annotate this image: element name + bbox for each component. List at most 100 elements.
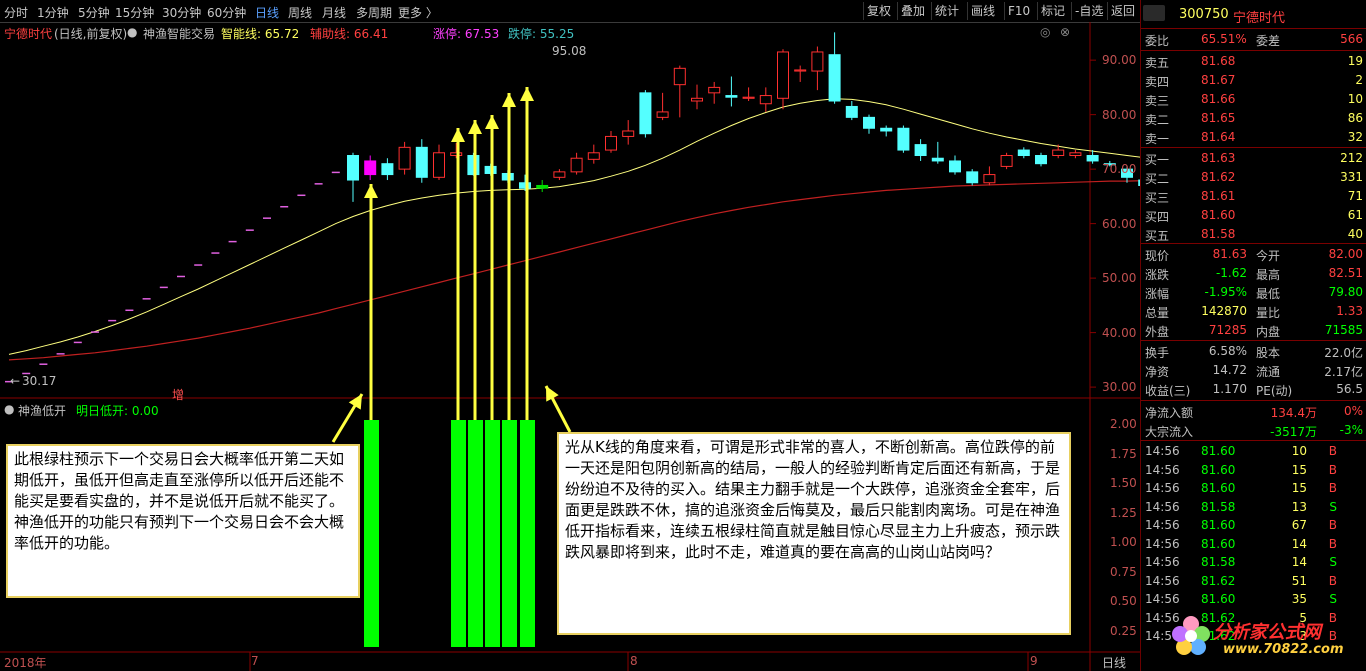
bid-price: 81.62 <box>1201 170 1236 184</box>
price-tick-label: 50.00 <box>1102 271 1137 286</box>
tick-row: 14:56 81.58 14 S <box>1141 553 1366 572</box>
ask-row: 卖四 81.67 2 <box>1141 71 1366 90</box>
flow-value: -3517万 <box>1270 425 1317 439</box>
sub-tick-label: 1.75 <box>1110 446 1137 461</box>
stat-label: 股本 <box>1256 346 1281 360</box>
period-label: 日线 <box>1102 656 1127 670</box>
toolbar-button-3[interactable]: 画线 <box>967 2 998 20</box>
stat-label: 最高 <box>1256 268 1281 282</box>
stat-row: 涨幅 -1.95% 最低 79.80 <box>1141 283 1366 302</box>
stat-value: 71585 <box>1324 323 1363 337</box>
candle-body <box>759 95 772 105</box>
tab-timeframe-6[interactable]: 日线 <box>255 4 279 21</box>
price-tick-label: 70.00 <box>1102 162 1137 177</box>
tick-time: 14:56 <box>1145 444 1180 458</box>
bid-volume: 61 <box>1347 208 1363 222</box>
stat-label: 净资 <box>1145 365 1170 379</box>
tab-timeframe-8[interactable]: 月线 <box>322 4 346 21</box>
tab-timeframe-0[interactable]: 分时 <box>4 4 28 21</box>
x-label-sep: 9 <box>1030 654 1038 668</box>
sub-legend-dot-icon: ● <box>4 402 15 416</box>
low-open-bar <box>485 420 500 647</box>
stat-label: 换手 <box>1145 346 1170 360</box>
weibi-value: 65.51% <box>1201 32 1247 46</box>
tab-timeframe-7[interactable]: 周线 <box>288 4 312 21</box>
tick-row: 14:56 81.60 67 B <box>1141 516 1366 535</box>
period-toolbar: 分时 1分钟 5分钟 15分钟 30分钟 60分钟 日线 周线 月线 多周期 更多 〉 复权 叠加 统计画… <box>0 0 1140 23</box>
stat-label: 最低 <box>1256 287 1281 301</box>
bid-volume: 71 <box>1347 189 1363 203</box>
candle-body <box>845 105 858 118</box>
low-open-bar <box>364 420 379 647</box>
tab-timeframe-1[interactable]: 1分钟 <box>37 4 69 21</box>
tick-time: 14:56 <box>1145 462 1180 477</box>
tick-volume: 14 <box>1291 555 1307 569</box>
candle-body <box>708 86 721 94</box>
sub-indicator-value: 明日低开: 0.00 <box>76 404 159 418</box>
tick-price: 81.62 <box>1201 573 1236 588</box>
stat-label: 量比 <box>1256 306 1281 320</box>
tab-timeframe-5[interactable]: 60分钟 <box>207 4 246 21</box>
candle-body <box>949 160 961 173</box>
low-open-bar <box>451 420 466 647</box>
tab-timeframe-4[interactable]: 30分钟 <box>162 4 201 21</box>
bid-label: 买五 <box>1145 229 1170 243</box>
candle-body <box>433 152 445 178</box>
toolbar-button-4[interactable]: F10 <box>1004 2 1033 20</box>
tick-row: 14:56 81.58 13 S <box>1141 498 1366 517</box>
price-tick-label: 60.00 <box>1102 216 1137 231</box>
candle-body <box>742 96 755 99</box>
stat-value: 1.33 <box>1336 304 1363 318</box>
tick-volume: 13 <box>1291 499 1307 514</box>
toolbar-button-2[interactable]: 统计 <box>931 2 962 20</box>
ask-volume: 10 <box>1347 92 1363 106</box>
quote-panel: 300750 宁德时代 委比 65.51% 委差 566 卖五 81.68 19 卖四… <box>1140 0 1366 671</box>
tab-timeframe-2[interactable]: 5分钟 <box>78 4 110 21</box>
tick-row: 14:56 81.62 51 B <box>1141 572 1366 591</box>
toolbar-button-6[interactable]: -自选 <box>1071 2 1106 20</box>
candle-body <box>725 95 738 98</box>
flow-label: 净流入额 <box>1145 406 1194 420</box>
ask-volume: 86 <box>1347 111 1363 125</box>
toolbar-button-0[interactable]: 复权 <box>863 2 894 20</box>
tab-timeframe-10[interactable]: 更多 〉 <box>398 4 438 21</box>
watermark-title: 分析家公式网 <box>1213 622 1321 643</box>
annotation-right: 光从K线的角度来看，可谓是形式非常的喜人，不断创新高。高位跌停的前一天还是阳包阴… <box>557 432 1071 635</box>
weicha-label: 委差 <box>1256 34 1281 48</box>
stat-label: 今开 <box>1256 249 1281 263</box>
candle-body <box>880 127 893 132</box>
tick-price: 81.60 <box>1201 592 1236 606</box>
toolbar-button-7[interactable]: 返回 <box>1107 2 1138 20</box>
low-open-bar <box>520 420 535 647</box>
bid-label: 买四 <box>1145 210 1170 224</box>
candle-body <box>553 171 566 178</box>
candle-body <box>1086 155 1099 162</box>
flow-pct: -3% <box>1339 423 1363 437</box>
tick-volume: 10 <box>1291 444 1307 458</box>
low-open-bar <box>468 420 483 647</box>
candle-body <box>673 67 686 86</box>
tab-timeframe-3[interactable]: 15分钟 <box>115 4 154 21</box>
tick-volume: 67 <box>1291 518 1307 532</box>
toolbar-button-1[interactable]: 叠加 <box>897 2 928 20</box>
ask-label: 卖五 <box>1145 56 1170 70</box>
candle-body <box>656 111 669 118</box>
tick-time: 14:56 <box>1145 536 1180 551</box>
tab-timeframe-9[interactable]: 多周期 <box>356 4 392 21</box>
stat-row: 现价 81.63 今开 82.00 <box>1141 245 1366 264</box>
ask-label: 卖二 <box>1145 113 1170 127</box>
aux-line <box>8 180 1140 361</box>
x-label-jul: 7 <box>251 654 259 668</box>
weibi-row: 委比 65.51% 委差 566 <box>1141 30 1366 49</box>
tick-side: B <box>1328 610 1337 625</box>
tick-side: B <box>1328 518 1337 532</box>
stat-row: 收益(三) 1.170 PE(动) 56.5 <box>1141 380 1366 399</box>
bid-price: 81.58 <box>1201 227 1236 241</box>
arrowhead <box>451 128 465 142</box>
stat-label: 流通 <box>1256 365 1281 379</box>
weicha-value: 566 <box>1340 32 1363 46</box>
price-tick-label: 90.00 <box>1102 53 1137 68</box>
annotation-left: 此根绿柱预示下一个交易日会大概率低开第二天如期低开，虽低开但高走直至涨停所以低开… <box>6 444 360 598</box>
toolbar-button-5[interactable]: 标记 <box>1037 2 1068 20</box>
tick-time: 14:56 <box>1145 518 1180 532</box>
